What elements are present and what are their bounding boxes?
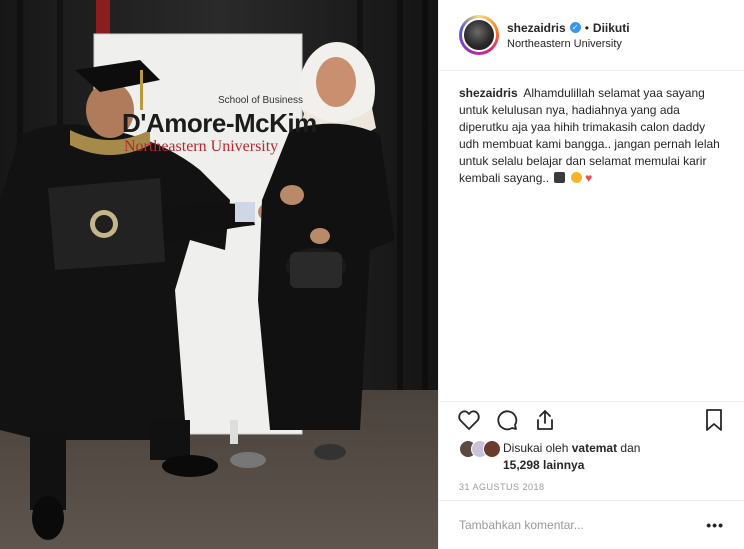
liked-by-user[interactable]: vatemat [572, 441, 617, 455]
share-icon[interactable] [533, 408, 557, 432]
header-text: shezaidris ✓ • Diikuti Northeastern Univ… [507, 21, 630, 50]
likes-section: Disukai oleh vatemat dan 15,298 lainnya [459, 440, 640, 474]
likes-connector: dan [620, 441, 641, 455]
face-emoji [570, 172, 582, 183]
banner-school-name: D'Amore-McKim [122, 108, 317, 138]
user-row: shezaidris ✓ • Diikuti [507, 21, 630, 35]
location-link[interactable]: Northeastern University [507, 38, 630, 50]
post-date: 31 AGUSTUS 2018 [459, 482, 545, 492]
heart-emoji: ♥ [585, 171, 593, 185]
caption-username[interactable]: shezaidris [459, 86, 518, 100]
comment-bar: ••• [439, 500, 744, 549]
likes-text: Disukai oleh vatemat dan 15,298 lainnya [503, 440, 640, 474]
comment-icon[interactable] [495, 408, 519, 432]
post-sidebar: shezaidris ✓ • Diikuti Northeastern Univ… [438, 0, 744, 549]
graduation-photo [0, 0, 438, 549]
banner-university: Northeastern University [124, 138, 279, 155]
verified-icon: ✓ [569, 22, 581, 33]
separator-dot: • [584, 20, 589, 35]
post-caption: shezaidris Alhamdulillah selamat yaa say… [439, 71, 744, 187]
likes-count[interactable]: 15,298 [503, 458, 540, 472]
post-photo[interactable]: School of Business D'Amore-McKim Northea… [0, 0, 438, 549]
more-options-button[interactable]: ••• [706, 517, 724, 533]
action-bar [439, 401, 744, 437]
follow-status-button[interactable]: Diikuti [593, 21, 630, 35]
avatar-image [462, 18, 496, 52]
graduation-emoji [554, 172, 566, 183]
liker-avatars [459, 440, 513, 460]
heart-icon[interactable] [457, 408, 481, 432]
username-link[interactable]: shezaidris [507, 21, 566, 35]
instagram-post: School of Business D'Amore-McKim Northea… [0, 0, 744, 549]
banner-school-label: School of Business [218, 95, 304, 106]
avatar[interactable] [459, 15, 499, 55]
post-header: shezaidris ✓ • Diikuti Northeastern Univ… [439, 0, 744, 71]
liker-avatar [483, 440, 501, 458]
bookmark-icon[interactable] [702, 408, 726, 432]
likes-suffix[interactable]: lainnya [543, 458, 584, 472]
comment-input[interactable] [459, 518, 707, 532]
